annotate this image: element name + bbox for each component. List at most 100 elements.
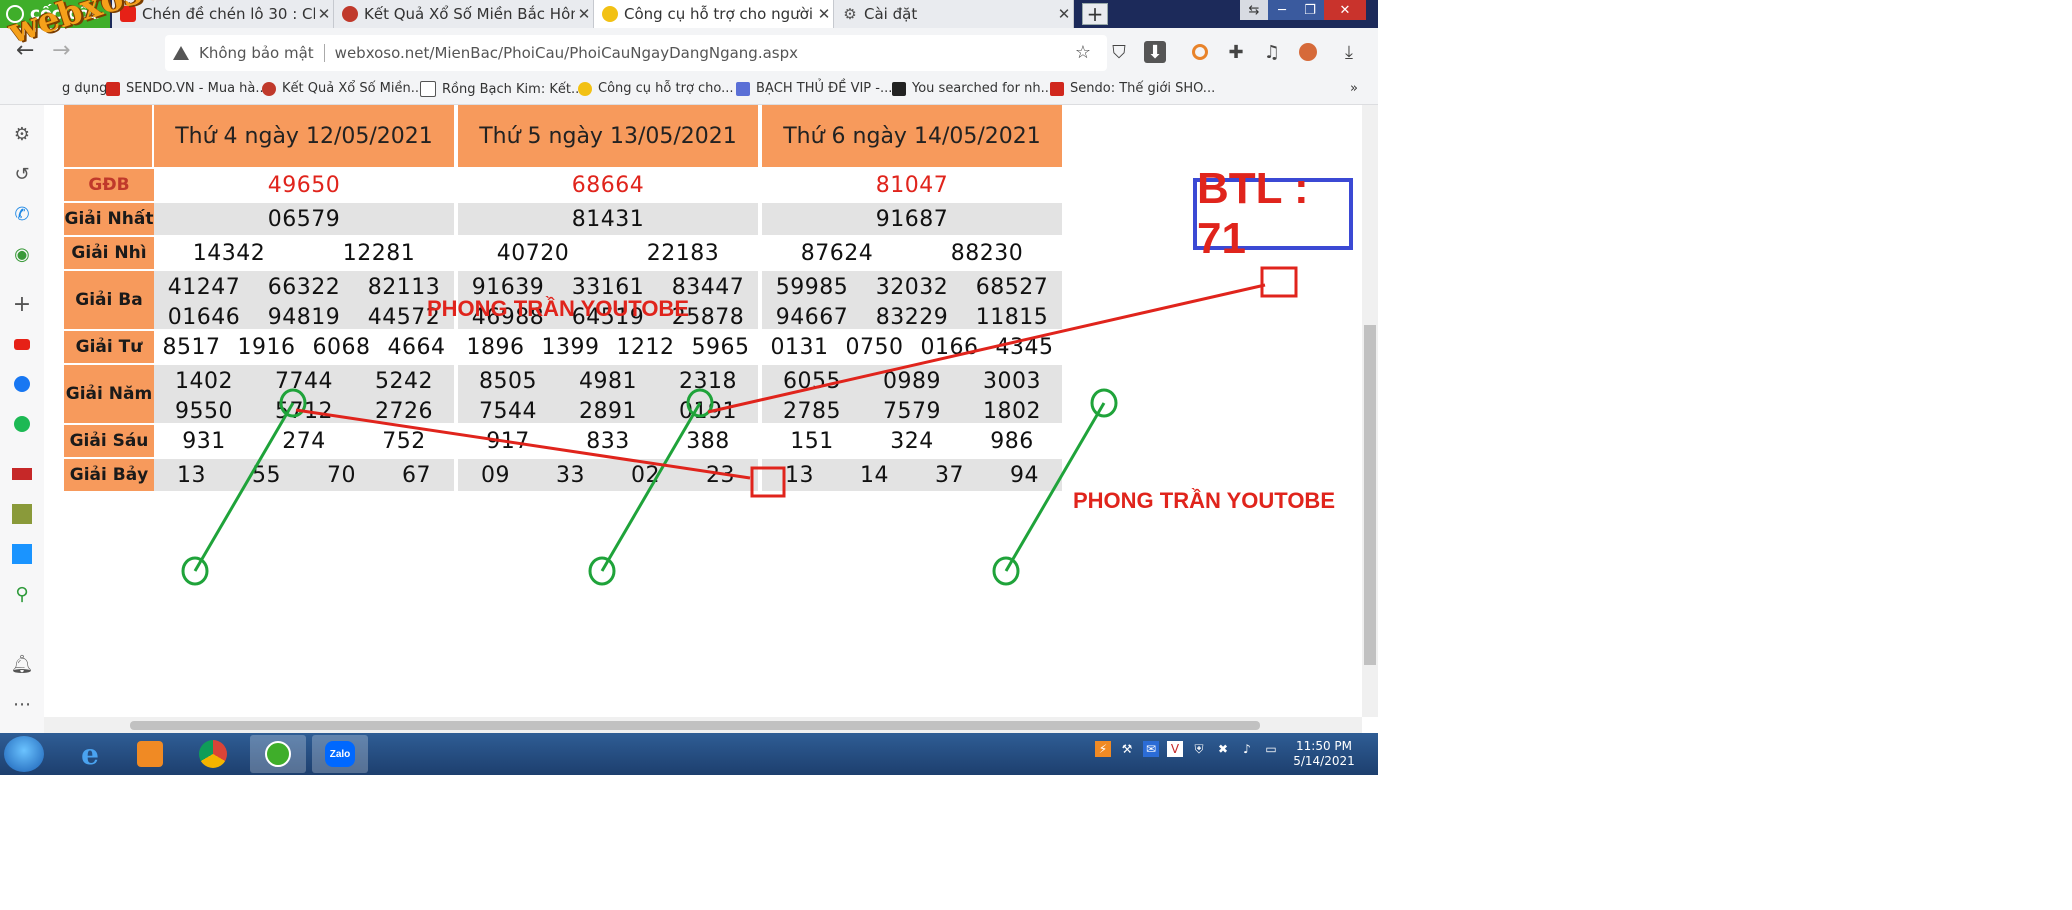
prize-number: 13 xyxy=(177,463,206,488)
profile-avatar-icon[interactable] xyxy=(1297,41,1319,63)
bookmark-rong-bach-kim[interactable]: Rồng Bạch Kim: Kết... xyxy=(420,81,583,97)
clock[interactable]: 11:50 PM 5/14/2021 xyxy=(1286,739,1362,769)
prize-number: 1896 xyxy=(466,335,525,360)
start-button[interactable] xyxy=(4,736,44,772)
bookmark-sendo[interactable]: SENDO.VN - Mua hà... xyxy=(106,81,268,96)
playlist-icon[interactable]: ♫ xyxy=(1261,41,1283,63)
tab-cai-dat[interactable]: ⚙ Cài đặt ✕ xyxy=(834,0,1074,28)
tab-ket-qua[interactable]: Kết Quả Xổ Số Miền Bắc Hôm ✕ xyxy=(334,0,594,28)
tray-v-icon[interactable]: V xyxy=(1167,741,1183,757)
display-icon[interactable]: ▭ xyxy=(1263,741,1279,757)
webxoso-icon xyxy=(578,81,592,96)
forward-arrow-icon[interactable]: → xyxy=(52,38,70,63)
close-icon[interactable]: ✕ xyxy=(815,5,833,23)
new-tab-button[interactable]: + xyxy=(1082,3,1108,25)
clock-time: 11:50 PM xyxy=(1296,739,1352,753)
downloads-tray-icon[interactable]: ⤓ xyxy=(1338,41,1360,63)
prize-number: 49650 xyxy=(267,173,341,198)
puzzle-icon[interactable]: ✚ xyxy=(1225,41,1247,63)
close-icon[interactable]: ✕ xyxy=(1055,5,1073,23)
vtv-icon[interactable] xyxy=(11,463,33,485)
prize-number: 09 xyxy=(481,463,510,488)
bookmark-apps[interactable]: g dụng xyxy=(62,81,107,96)
history-icon[interactable]: ↺ xyxy=(11,163,33,185)
tiki-icon[interactable] xyxy=(11,543,33,565)
prize-number: 4981 xyxy=(579,369,637,394)
prize-number: 2891 xyxy=(579,399,637,424)
prize-number: 13 xyxy=(785,463,814,488)
prize-number: 81047 xyxy=(875,173,949,198)
browser-window: cốc cốc Chén đề chén lô 30 : Chia ✕ Kết … xyxy=(0,0,1378,775)
tray-app-icon[interactable]: ⚡ xyxy=(1095,741,1111,757)
volume-icon[interactable]: ♪ xyxy=(1239,741,1255,757)
bookmark-you-searched[interactable]: You searched for nh... xyxy=(892,81,1053,96)
internet-explorer-icon[interactable]: e xyxy=(65,735,115,773)
add-icon[interactable]: + xyxy=(11,292,33,317)
prize-number: 151 xyxy=(790,429,834,454)
media-player-icon[interactable] xyxy=(125,735,175,773)
bookmark-bach-thu[interactable]: BẠCH THỦ ĐỀ VIP -... xyxy=(736,81,892,96)
horizontal-scroll-thumb[interactable] xyxy=(130,721,1260,730)
vertical-scroll-thumb[interactable] xyxy=(1364,325,1376,665)
messenger-icon[interactable]: ✆ xyxy=(11,203,33,225)
tray-chat-icon[interactable]: ✉ xyxy=(1143,741,1159,757)
window-controls: ⇆ ─ ❐ ✕ xyxy=(1240,0,1366,20)
horizontal-scrollbar[interactable] xyxy=(44,717,1362,733)
back-arrow-icon[interactable]: ← xyxy=(16,38,34,63)
chrome-icon[interactable] xyxy=(188,735,238,773)
close-icon[interactable]: ✕ xyxy=(575,5,593,23)
facebook-icon[interactable] xyxy=(11,373,33,395)
sendo-icon xyxy=(106,81,120,96)
game-avatar-icon[interactable] xyxy=(11,503,33,525)
prize-number: 94819 xyxy=(267,305,341,330)
tab-cong-cu[interactable]: Công cụ hỗ trợ cho người chơ ✕ xyxy=(594,0,834,28)
more-icon[interactable]: ⋯ xyxy=(11,693,33,715)
coccoc-brand[interactable]: cốc cốc xyxy=(0,0,110,28)
gamepad-icon[interactable]: ◉ xyxy=(11,243,33,265)
spotify-icon[interactable] xyxy=(11,413,33,435)
settings-gear-icon[interactable]: ⚙ xyxy=(11,123,33,145)
prize-number: 82113 xyxy=(367,275,441,300)
notification-bell-icon[interactable]: 🔔︎ xyxy=(11,653,34,675)
prize-number: 8505 xyxy=(479,369,537,394)
download-icon[interactable]: ⬇ xyxy=(1144,41,1166,63)
address-bar[interactable]: Không bảo mật webxoso.net/MienBac/PhoiCa… xyxy=(165,35,1107,71)
prize-number: 06579 xyxy=(267,207,341,232)
prize-number: 917 xyxy=(486,429,530,454)
vertical-scrollbar[interactable] xyxy=(1362,105,1378,717)
close-window-button[interactable]: ✕ xyxy=(1324,0,1366,20)
bookmark-cong-cu[interactable]: Công cụ hỗ trợ cho... xyxy=(578,81,734,96)
network-icon[interactable]: ✖ xyxy=(1215,741,1231,757)
coccoc-extension-icon[interactable] xyxy=(1189,41,1211,63)
back-tab-icon[interactable]: ⇆ xyxy=(1240,0,1268,20)
tray-security-icon[interactable]: ⛨ xyxy=(1191,741,1207,757)
prize-number: 01646 xyxy=(167,305,241,330)
close-icon[interactable]: ✕ xyxy=(315,5,333,23)
windows-taskbar: e Zalo ⚡ ⚒ ✉ V ⛨ ✖ ♪ ▭ 11:50 PM 5/14/202… xyxy=(0,733,1378,775)
prize-number: 55 xyxy=(252,463,281,488)
prize-number: 1802 xyxy=(983,399,1041,424)
youtube-icon[interactable] xyxy=(11,333,33,355)
map-pin-icon[interactable]: ⚲ xyxy=(11,583,33,605)
shield-icon[interactable]: ⛉ xyxy=(1108,41,1130,63)
prize-number: 46988 xyxy=(471,305,545,330)
security-label: Không bảo mật xyxy=(199,44,314,62)
left-sidebar: ⚙ ↺ ✆ ◉ + ⚲ 🔔︎ ⋯ xyxy=(0,105,45,733)
star-icon[interactable]: ☆ xyxy=(1072,41,1094,63)
zalo-icon[interactable]: Zalo xyxy=(312,735,368,773)
bookmarks-overflow[interactable]: » xyxy=(1350,81,1358,96)
tab-chen-de[interactable]: Chén đề chén lô 30 : Chia ✕ xyxy=(112,0,334,28)
lottery-table: Thứ 4 ngày 12/05/2021 Thứ 5 ngày 13/05/20… xyxy=(44,105,1362,717)
day-header: Thứ 4 ngày 12/05/2021 xyxy=(154,105,454,169)
bookmark-ket-qua[interactable]: Kết Quả Xổ Số Miền... xyxy=(262,81,423,96)
minimize-button[interactable]: ─ xyxy=(1268,0,1296,20)
prize-number: 44572 xyxy=(367,305,441,330)
prize-label: Giải Nhất xyxy=(64,203,154,237)
tab-title: Chén đề chén lô 30 : Chia xyxy=(142,5,315,23)
tray-tool-icon[interactable]: ⚒ xyxy=(1119,741,1135,757)
bookmark-sendo-2[interactable]: Sendo: Thế giới SHO... xyxy=(1050,81,1215,96)
coccoc-taskbar-icon[interactable] xyxy=(250,735,306,773)
day-header: Thứ 5 ngày 13/05/2021 xyxy=(458,105,758,169)
sendo-icon xyxy=(1050,81,1064,96)
restore-button[interactable]: ❐ xyxy=(1296,0,1324,20)
